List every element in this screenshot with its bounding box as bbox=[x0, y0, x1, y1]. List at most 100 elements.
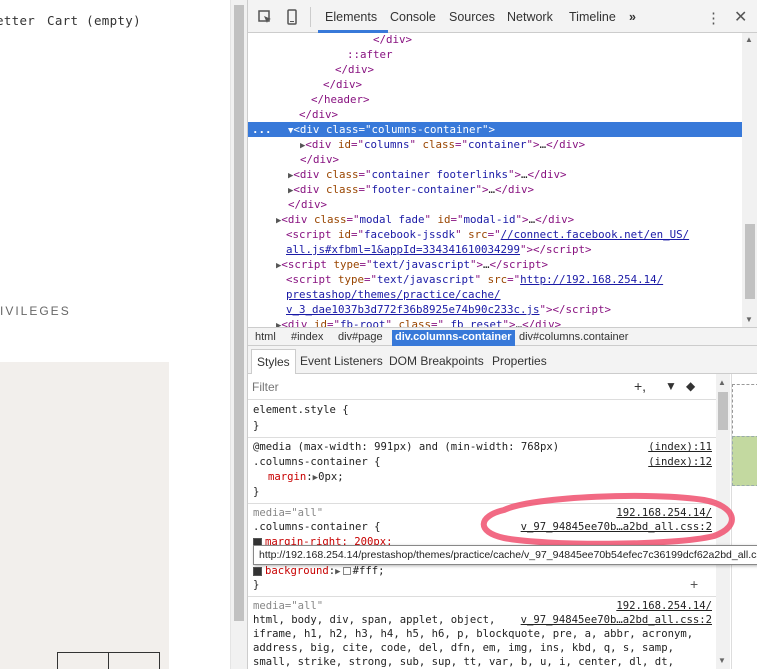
tab-styles[interactable]: Styles bbox=[251, 349, 296, 374]
dom-node[interactable]: <script type="text/javascript" src="http… bbox=[248, 272, 742, 287]
script-src-link[interactable]: http://192.168.254.14/ bbox=[520, 273, 663, 286]
source-link[interactable]: (index):11 bbox=[648, 440, 712, 454]
media-label: media="all" bbox=[253, 507, 324, 519]
source-link[interactable]: 192.168.254.14/ bbox=[616, 599, 712, 613]
element-style-selector[interactable]: element.style { bbox=[253, 403, 349, 417]
rule-selector[interactable]: address, big, cite, code, del, dfn, em, … bbox=[253, 641, 674, 655]
dom-node[interactable]: </header> bbox=[248, 92, 742, 107]
rule-selector[interactable]: .columns-container { bbox=[253, 520, 381, 534]
dom-tree: </div> ::after </div> </div> </header> <… bbox=[248, 33, 742, 327]
red-annotation-ellipse bbox=[480, 492, 735, 547]
script-src-link[interactable]: //connect.facebook.net/en_US/ bbox=[501, 228, 690, 241]
dom-node[interactable]: prestashop/themes/practice/cache/ bbox=[248, 287, 742, 302]
dom-node[interactable]: ▶<div class="container footerlinks">…</d… bbox=[248, 167, 742, 182]
rendering-settings-icon[interactable]: ◆ bbox=[686, 379, 695, 393]
style-property[interactable]: margin:▶0px; bbox=[268, 470, 344, 484]
color-swatch-icon[interactable] bbox=[342, 567, 351, 575]
dom-tree-scrollbar-thumb[interactable] bbox=[745, 224, 755, 299]
scroll-up-icon[interactable]: ▲ bbox=[745, 35, 753, 44]
rule-close-brace: } bbox=[253, 486, 260, 498]
tab-sources[interactable]: Sources bbox=[449, 10, 495, 24]
filter-input[interactable] bbox=[252, 380, 552, 394]
devtools-toolbar: Elements Console Sources Network Timelin… bbox=[248, 0, 757, 33]
rule-divider bbox=[248, 437, 716, 438]
breadcrumb-html[interactable]: html bbox=[252, 330, 279, 346]
tab-elements[interactable]: Elements bbox=[325, 10, 377, 24]
page-scrollbar[interactable] bbox=[230, 0, 247, 669]
dom-node[interactable]: </div> bbox=[248, 107, 742, 122]
dom-node[interactable]: v_3_dae1037b3d772f36b8925e74b90c233c.js"… bbox=[248, 302, 742, 317]
box-model-padding bbox=[732, 436, 757, 486]
breadcrumb-page[interactable]: div#page bbox=[335, 330, 386, 346]
add-property-icon[interactable]: + bbox=[690, 576, 698, 592]
dom-node[interactable]: </div> bbox=[248, 62, 742, 77]
scroll-down-icon[interactable]: ▼ bbox=[718, 656, 726, 665]
media-query: @media (max-width: 991px) and (min-width… bbox=[253, 441, 560, 453]
rule-selector[interactable]: html, body, div, span, applet, object, bbox=[253, 613, 495, 627]
privileges-heading: IVILEGES bbox=[0, 304, 71, 318]
page-bordered-box bbox=[57, 652, 160, 669]
breadcrumb: html #index div#page div.columns-contain… bbox=[248, 327, 757, 346]
pin-icon[interactable]: ▼ bbox=[665, 379, 677, 393]
dom-tree-scrollbar[interactable]: ▲ ▼ bbox=[742, 33, 757, 327]
tab-properties[interactable]: Properties bbox=[492, 354, 547, 368]
kebab-menu-icon[interactable]: ⋮ bbox=[706, 9, 721, 27]
dom-node[interactable]: </div> bbox=[248, 33, 742, 47]
tab-network[interactable]: Network bbox=[507, 10, 553, 24]
breadcrumb-columns-container[interactable]: div.columns-container bbox=[392, 330, 515, 346]
style-property[interactable]: background:▶ #fff; bbox=[253, 564, 384, 578]
web-page-viewport: etter Cart (empty) IVILEGES bbox=[0, 0, 230, 669]
rule-selector[interactable]: .columns-container { bbox=[253, 455, 381, 469]
dom-node[interactable]: </div> bbox=[248, 197, 742, 212]
new-style-rule-icon[interactable]: +, bbox=[634, 378, 646, 394]
rule-divider bbox=[248, 596, 716, 597]
devtools-panel: Elements Console Sources Network Timelin… bbox=[247, 0, 757, 669]
nav-cart-link[interactable]: Cart (empty) bbox=[47, 13, 141, 28]
nav-newsletter-link[interactable]: etter bbox=[0, 13, 35, 28]
source-link[interactable]: v_97_94845ee70b…a2bd_all.css:2 bbox=[521, 613, 712, 627]
rule-close-brace: } bbox=[253, 420, 260, 432]
url-tooltip: http://192.168.254.14/prestashop/themes/… bbox=[253, 545, 757, 565]
rule-close-brace: } bbox=[253, 579, 260, 591]
tab-timeline[interactable]: Timeline bbox=[569, 10, 616, 24]
tab-event-listeners[interactable]: Event Listeners bbox=[300, 354, 383, 368]
source-link[interactable]: (index):12 bbox=[648, 455, 712, 469]
dom-node[interactable]: <script id="facebook-jssdk" src="//conne… bbox=[248, 227, 742, 242]
dom-node[interactable]: ▶<div class="modal fade" id="modal-id">…… bbox=[248, 212, 742, 227]
styles-subtabs: Styles Event Listeners DOM Breakpoints P… bbox=[248, 346, 757, 374]
dom-node[interactable]: ▶<div id="columns" class="container">…</… bbox=[248, 137, 742, 152]
styles-filter-bar: +, ▼ ◆ bbox=[248, 374, 716, 400]
dom-node-selected[interactable]: ... ▼<div class="columns-container"> bbox=[248, 122, 742, 137]
toolbar-separator bbox=[310, 7, 311, 27]
script-src-link[interactable]: v_3_dae1037b3d772f36b8925e74b90c233c.js bbox=[248, 303, 540, 316]
dom-node[interactable]: ▶<script type="text/javascript">…</scrip… bbox=[248, 257, 742, 272]
dom-node[interactable]: ▶<div class="footer-container">…</div> bbox=[248, 182, 742, 197]
dom-node[interactable]: </div> bbox=[248, 152, 742, 167]
styles-scrollbar-thumb[interactable] bbox=[718, 392, 728, 430]
node-actions-icon[interactable]: ... bbox=[252, 122, 272, 137]
dom-node[interactable]: ::after bbox=[248, 47, 742, 62]
dom-node[interactable]: </div> bbox=[248, 77, 742, 92]
dom-node[interactable]: all.js#xfbml=1&appId=334341610034299"></… bbox=[248, 242, 742, 257]
media-label: media="all" bbox=[253, 600, 324, 612]
box-model-margin bbox=[732, 384, 757, 444]
script-src-link[interactable]: prestashop/themes/practice/cache/ bbox=[248, 288, 501, 301]
close-icon[interactable]: ✕ bbox=[734, 7, 747, 27]
script-src-link[interactable]: all.js#xfbml=1&appId=334341610034299 bbox=[248, 243, 520, 256]
page-scrollbar-thumb[interactable] bbox=[234, 5, 244, 621]
breadcrumb-columns[interactable]: div#columns.container bbox=[516, 330, 631, 346]
rule-selector[interactable]: iframe, h1, h2, h3, h4, h5, h6, p, block… bbox=[253, 627, 693, 641]
more-tabs-icon[interactable]: » bbox=[629, 10, 636, 24]
tab-dom-breakpoints[interactable]: DOM Breakpoints bbox=[389, 354, 484, 368]
page-image bbox=[0, 362, 169, 669]
breadcrumb-index[interactable]: #index bbox=[288, 330, 326, 346]
scroll-down-icon[interactable]: ▼ bbox=[745, 315, 753, 324]
rule-selector[interactable]: small, strike, strong, sub, sup, tt, var… bbox=[253, 655, 674, 669]
expand-triangle-icon[interactable]: ▶ bbox=[335, 567, 340, 577]
inspect-element-icon[interactable] bbox=[257, 9, 273, 25]
dom-node[interactable]: ▶<div id="fb-root" class=" fb_reset">…</… bbox=[248, 317, 742, 327]
device-mode-icon[interactable] bbox=[284, 9, 300, 25]
scroll-up-icon[interactable]: ▲ bbox=[718, 378, 726, 387]
property-checkbox[interactable] bbox=[253, 566, 262, 576]
tab-console[interactable]: Console bbox=[390, 10, 436, 24]
